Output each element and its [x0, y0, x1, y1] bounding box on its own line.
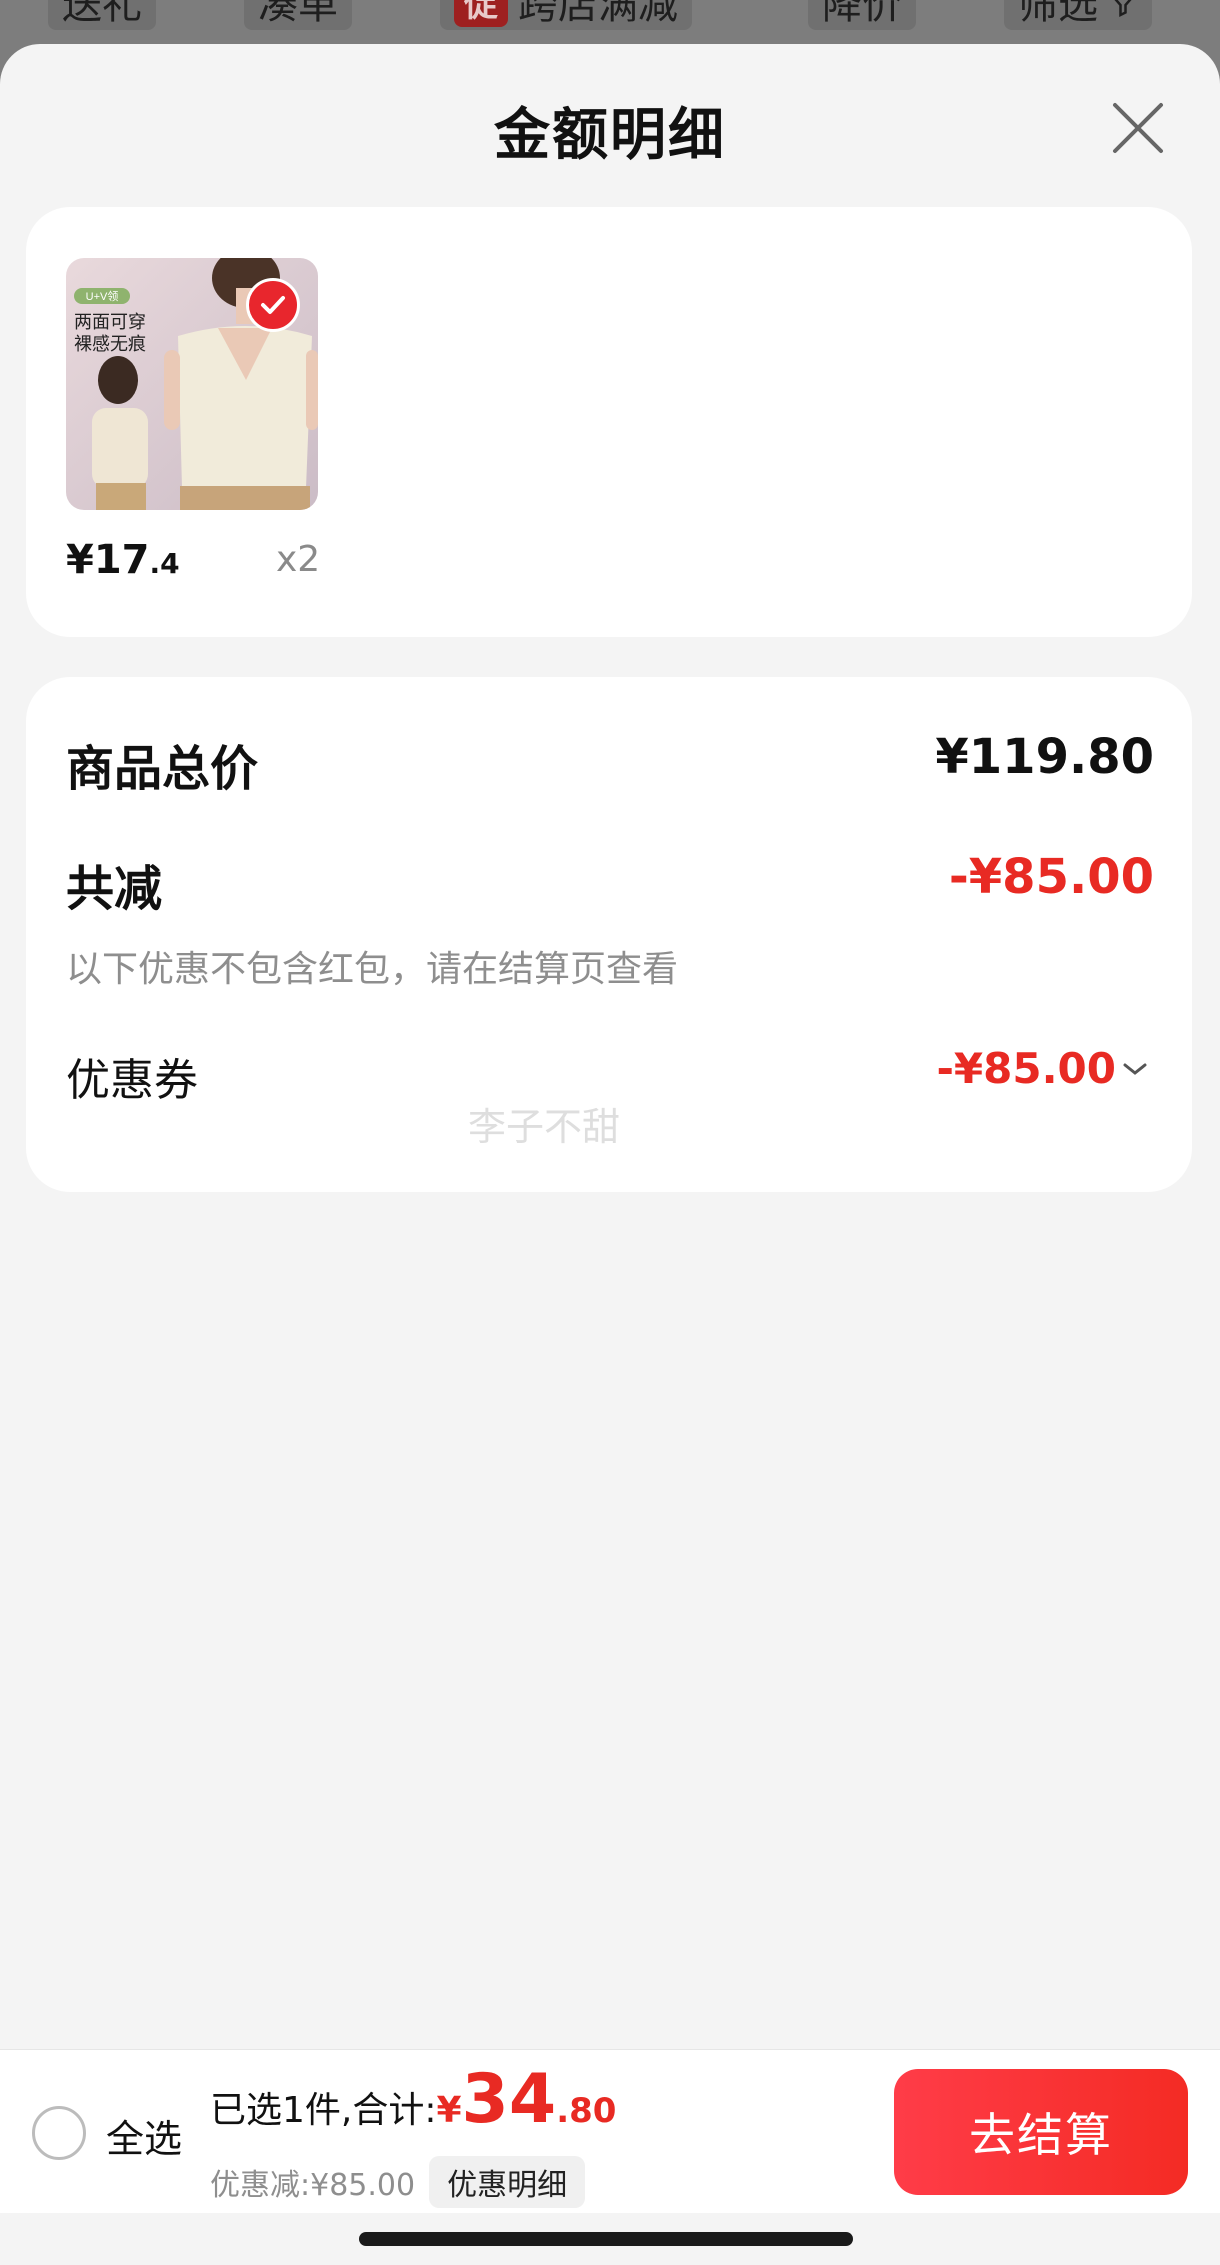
coupon-label: 优惠券 [66, 1055, 198, 1106]
checkout-bar: 全选 已选1件,合计: ¥ 34 .80 优惠减:¥85.00 优惠明细 去结算 [0, 2049, 1220, 2213]
promo-badge: 促 [454, 0, 508, 27]
funnel-icon [1114, 0, 1132, 18]
filter-bundle[interactable]: 凑单 [244, 0, 352, 30]
selected-check-badge[interactable] [246, 278, 300, 332]
goods-total-label: 商品总价 [66, 741, 259, 797]
filter-screen-label: 筛选 [1018, 0, 1098, 28]
product-thumbnail[interactable]: U+V领 两面可穿 裸感无痕 [66, 258, 318, 510]
close-button[interactable] [1106, 96, 1170, 160]
select-all-radio[interactable] [32, 2106, 86, 2160]
sheet-title: 金额明细 [494, 103, 726, 168]
selected-count-label: 已选1件,合计: [210, 2090, 437, 2131]
close-icon [1113, 103, 1163, 153]
coupon-row[interactable]: -¥85.00 [936, 1044, 1148, 1093]
price-dec: .4 [149, 547, 180, 580]
total-symbol: ¥ [436, 2090, 462, 2131]
filter-cross-store[interactable]: 促 跨店满减 [440, 0, 692, 30]
amount-detail-sheet: 金额明细 U+V领 两面可穿 裸感无痕 ¥17.4 x2 商品总价 ¥119.8… [0, 44, 1220, 2265]
checkout-button[interactable]: 去结算 [894, 2069, 1188, 2195]
coupon-value: -¥85.00 [936, 1044, 1116, 1093]
thumb-text-line2: 裸感无痕 [74, 334, 146, 355]
check-icon [261, 296, 285, 314]
chevron-down-icon [1123, 1063, 1147, 1075]
total-reduction-label: 共减 [66, 861, 163, 917]
total-dec: .80 [556, 2091, 617, 2131]
filter-gift[interactable]: 送礼 [48, 0, 156, 30]
select-all-label[interactable]: 全选 [106, 2108, 182, 2163]
discount-detail-button[interactable]: 优惠明细 [429, 2156, 586, 2208]
home-indicator[interactable] [359, 2232, 853, 2246]
product-quantity: x2 [276, 539, 321, 580]
discount-text: 优惠减:¥85.00 [210, 2168, 416, 2203]
product-card: U+V领 两面可穿 裸感无痕 ¥17.4 x2 [26, 207, 1192, 637]
thumb-text-line1: 两面可穿 [74, 312, 146, 333]
goods-total-value: ¥119.80 [935, 729, 1154, 785]
total-int: 34 [461, 2060, 557, 2139]
price-int: 17 [93, 537, 150, 583]
product-unit-price: ¥17.4 [66, 537, 180, 583]
filter-cross-store-label: 跨店满减 [518, 0, 678, 28]
thumb-tag-text: U+V领 [86, 290, 119, 303]
filter-price-drop-label: 降价 [822, 0, 902, 28]
total-reduction-value: -¥85.00 [948, 849, 1154, 905]
total-line: 已选1件,合计: ¥ 34 .80 [210, 2066, 616, 2134]
cart-page: 送礼 凑单 促 跨店满减 降价 筛选 金额明细 U+V领 两面可穿 裸感无痕 ¥… [0, 0, 1220, 2265]
filter-bundle-label: 凑单 [258, 0, 338, 28]
watermark-text: 李子不甜 [468, 1105, 621, 1149]
filter-gift-label: 送礼 [62, 0, 142, 28]
filter-price-drop[interactable]: 降价 [808, 0, 916, 30]
price-symbol: ¥ [66, 537, 94, 583]
discount-line: 优惠减:¥85.00 优惠明细 [210, 2156, 586, 2208]
red-packet-note: 以下优惠不包含红包，请在结算页查看 [66, 949, 679, 990]
filter-screen[interactable]: 筛选 [1004, 0, 1152, 30]
